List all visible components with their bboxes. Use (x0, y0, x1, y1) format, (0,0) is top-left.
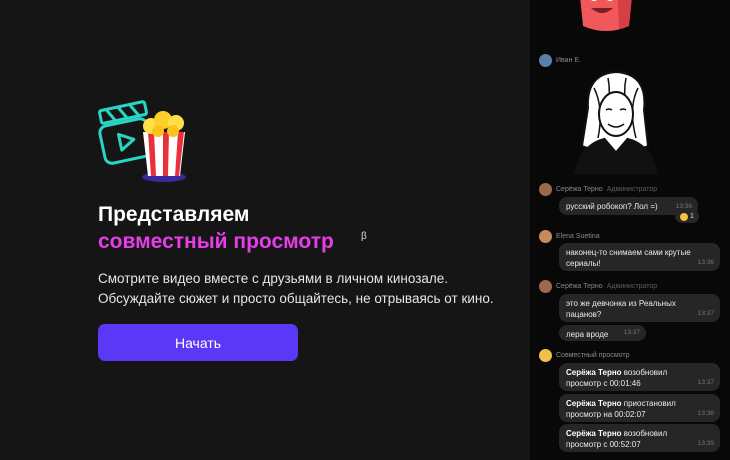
system-event-text: Серёжа Терно возобновил просмотр с 00:52… (566, 428, 694, 450)
promo-panel: Представляем совместный просмотр β Смотр… (0, 0, 530, 460)
laughing-emoji-icon (680, 212, 689, 221)
beta-badge: β (361, 231, 367, 242)
avatar (539, 230, 552, 243)
avatar (539, 54, 552, 67)
event-actor: Серёжа Терно (566, 368, 622, 377)
popcorn-clapperboard-icon (98, 100, 186, 182)
author-name: Иван Е. (556, 57, 581, 64)
system-event-bubble[interactable]: Серёжа Терно возобновил просмотр с 00:01… (559, 363, 720, 391)
message-author: Elena Suetina (539, 230, 600, 243)
message-time: 13:39 (697, 440, 714, 447)
message-time: 13:37 (623, 329, 640, 336)
start-button[interactable]: Начать (98, 324, 298, 361)
event-actor: Серёжа Терно (566, 399, 622, 408)
promo-description: Смотрите видео вместе с друзьями в лично… (98, 271, 494, 306)
author-name: Elena Suetina (556, 233, 600, 240)
reaction-badge[interactable]: 1 (675, 210, 699, 223)
cup-character-sticker (580, 0, 632, 31)
promo-title: Представляем (98, 203, 250, 226)
system-event-text: Серёжа Терно возобновил просмотр с 00:01… (566, 367, 694, 389)
message-author: Иван Е. (539, 54, 581, 67)
system-event-bubble[interactable]: Серёжа Терно приостановил просмотр на 00… (559, 394, 720, 422)
message-author: Серёжа Терно Администратор (539, 183, 657, 196)
message-bubble[interactable]: это же девчонка из Реальных пацанов? 13:… (559, 294, 720, 322)
girl-sticker (574, 70, 658, 174)
message-bubble[interactable]: наконец-то снимаем сами крутые сериалы! … (559, 243, 720, 271)
message-time: 13:37 (697, 379, 714, 386)
avatar (539, 280, 552, 293)
message-time: 13:38 (697, 410, 714, 417)
message-text: лера вроде (566, 330, 609, 339)
system-event-bubble[interactable]: Серёжа Терно возобновил просмотр с 00:52… (559, 424, 720, 452)
message-time: 13:37 (697, 310, 714, 317)
system-event-text: Серёжа Терно приостановил просмотр на 00… (566, 398, 694, 420)
message-text: это же девчонка из Реальных пацанов? (566, 299, 676, 319)
author-name: Совместный просмотр (556, 352, 630, 359)
author-name: Серёжа Терно (556, 283, 603, 290)
popcorn-avatar-icon (539, 349, 552, 362)
message-text: наконец-то снимаем сами крутые сериалы! (566, 248, 691, 268)
message-bubble[interactable]: лера вроде 13:37 (559, 325, 646, 341)
message-time: 13:36 (697, 259, 714, 266)
promo-title-accent: совместный просмотр (98, 230, 334, 253)
author-role: Администратор (606, 283, 658, 290)
author-name: Серёжа Терно (556, 186, 603, 193)
reaction-count: 1 (690, 213, 694, 220)
message-author: Серёжа Терно Администратор (539, 280, 657, 293)
chat-panel: Иван Е. Серёжа Терно Администратор русск… (530, 0, 730, 460)
author-role: Администратор (606, 186, 658, 193)
message-author: Совместный просмотр (539, 349, 629, 362)
message-text: русский робокоп? Лол =) (566, 202, 658, 211)
avatar (539, 183, 552, 196)
event-actor: Серёжа Терно (566, 429, 622, 438)
